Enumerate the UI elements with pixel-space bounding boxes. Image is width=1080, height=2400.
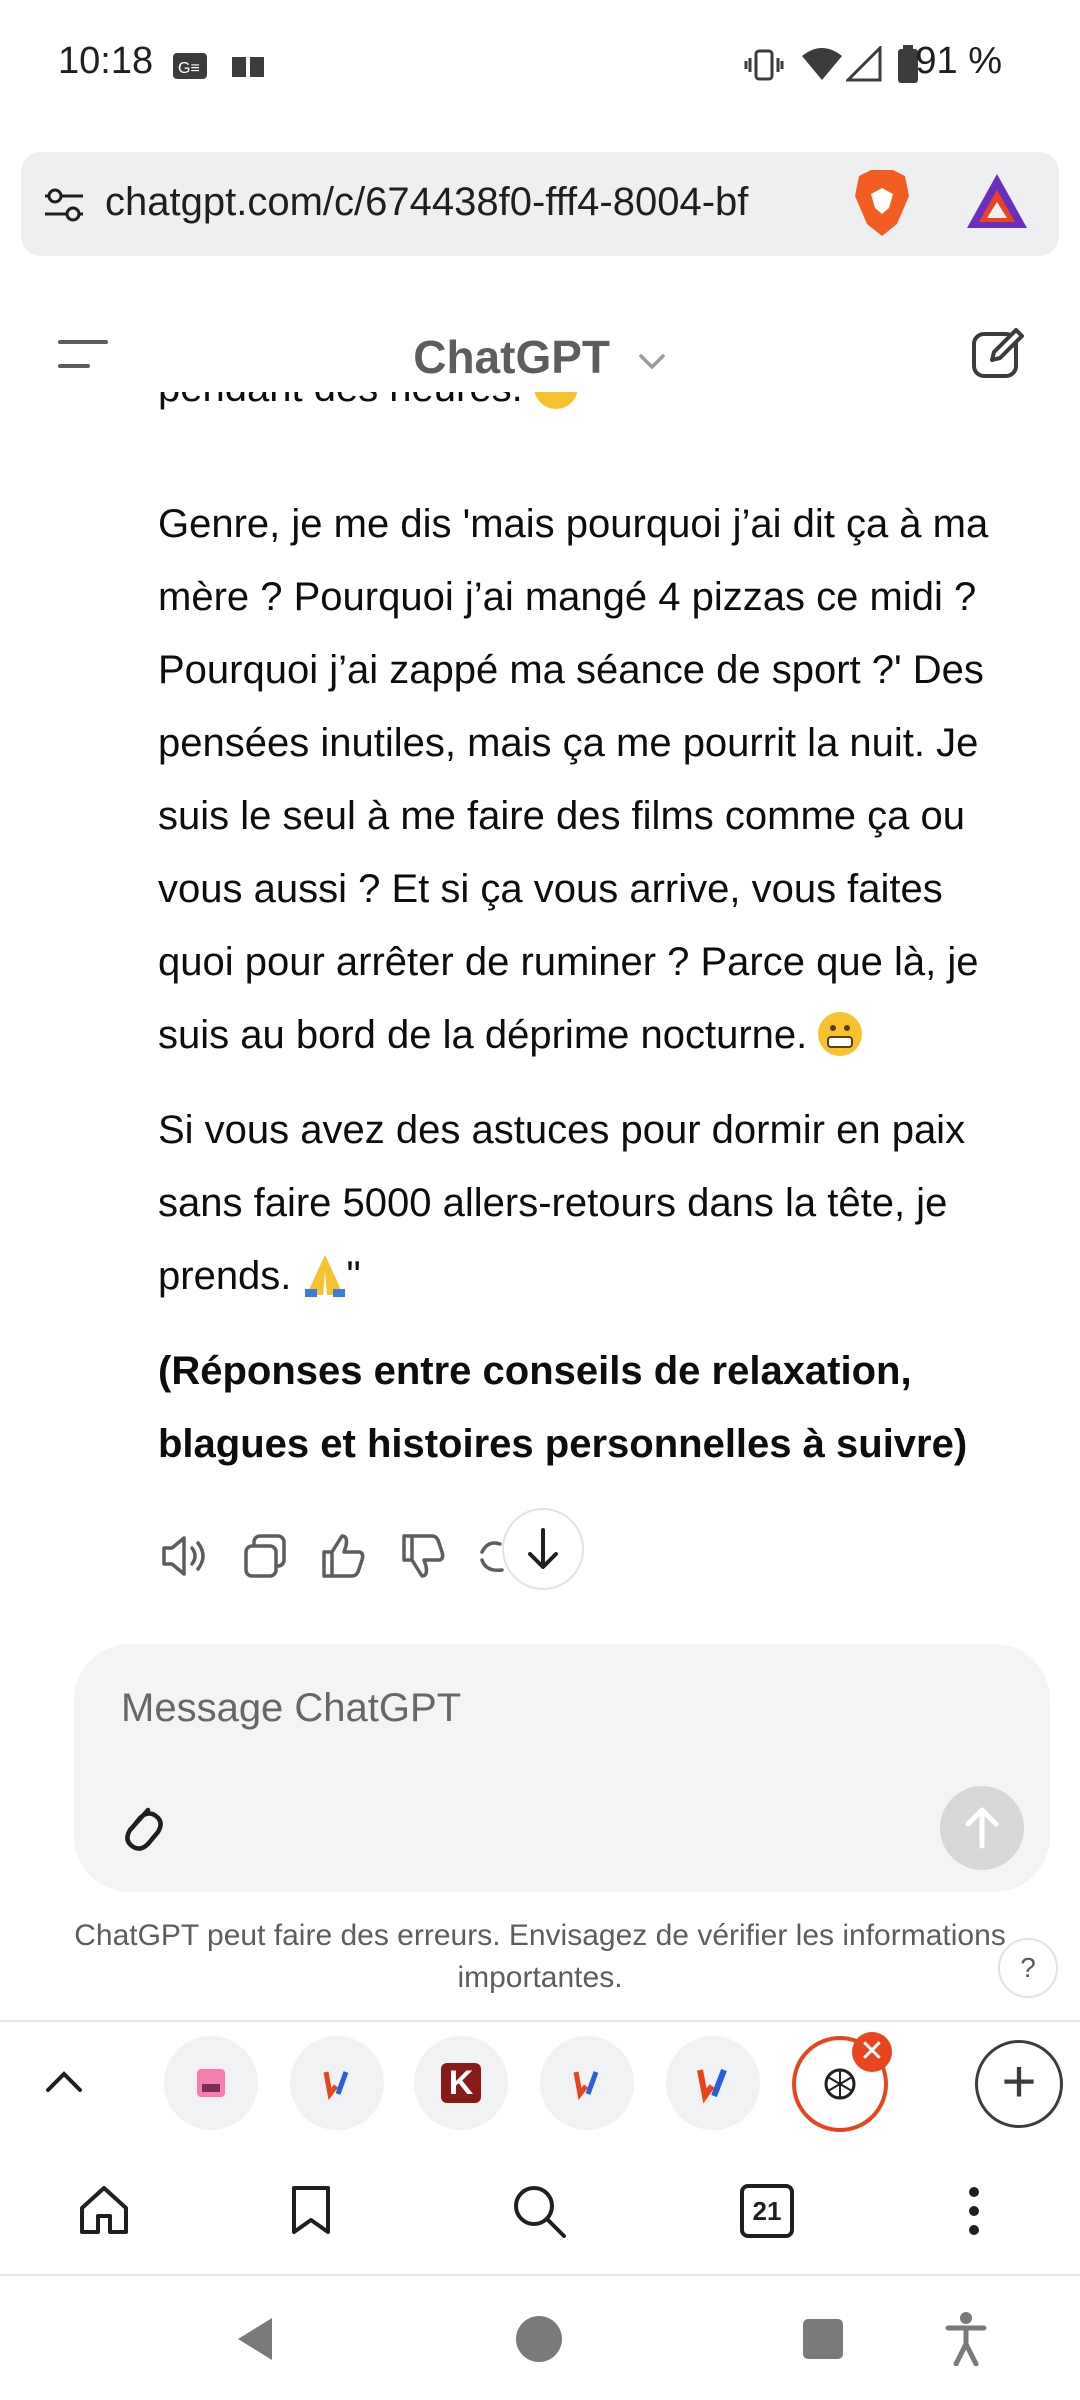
jv-icon xyxy=(323,2071,349,2101)
help-button[interactable]: ? xyxy=(998,1938,1058,1998)
thumbs-down-icon[interactable] xyxy=(396,1528,452,1584)
book-icon xyxy=(232,57,264,77)
bookmark-icon[interactable] xyxy=(290,2184,332,2236)
battery-percent: 91 % xyxy=(915,40,1002,82)
jv-icon xyxy=(573,2071,599,2101)
chevron-down-icon xyxy=(639,354,665,370)
back-icon[interactable] xyxy=(232,2314,280,2364)
new-chat-icon[interactable] xyxy=(970,326,1026,382)
message-paragraph-2: Si vous avez des astuces pour dormir en … xyxy=(158,1108,966,1298)
send-button[interactable] xyxy=(940,1786,1024,1870)
url-text[interactable]: chatgpt.com/c/674438f0-fff4-8004-bf xyxy=(105,180,845,225)
scroll-down-button[interactable] xyxy=(502,1508,584,1590)
emoji-icon xyxy=(533,392,578,409)
message-paragraph-1: Genre, je me dis 'mais pourquoi j’ai dit… xyxy=(158,502,989,1057)
status-bar: 10:18 G≡ 91 % xyxy=(0,0,1080,130)
close-tab-button[interactable]: ✕ xyxy=(852,2032,892,2072)
assistant-message: Genre, je me dis 'mais pourquoi j’ai dit… xyxy=(158,488,1028,1481)
brave-shields-icon[interactable] xyxy=(851,168,913,238)
address-bar[interactable]: chatgpt.com/c/674438f0-fff4-8004-bf xyxy=(21,152,1059,256)
brave-rewards-icon[interactable] xyxy=(965,172,1029,232)
jv-icon xyxy=(697,2068,727,2104)
signal-icon xyxy=(846,46,882,82)
read-aloud-icon[interactable] xyxy=(158,1528,214,1584)
regenerate-icon[interactable] xyxy=(474,1528,504,1584)
search-icon[interactable] xyxy=(512,2184,566,2238)
page-title: ChatGPT xyxy=(413,331,610,383)
copy-icon[interactable] xyxy=(238,1528,294,1584)
grimacing-emoji-icon xyxy=(818,1012,863,1056)
accessibility-icon[interactable] xyxy=(944,2310,988,2366)
arrow-up-icon xyxy=(965,1807,999,1849)
message-bold-note: (Réponses entre conseils de relaxation, … xyxy=(158,1349,968,1466)
chevron-up-icon[interactable] xyxy=(44,2066,84,2096)
disclaimer-text: ChatGPT peut faire des erreurs. Envisage… xyxy=(74,1919,1006,1994)
pink-app-icon xyxy=(197,2069,225,2097)
tab-3[interactable]: K xyxy=(414,2036,508,2130)
message-partial-line: pendant des heures. xyxy=(158,392,1028,432)
tab-count-button[interactable]: 21 xyxy=(740,2184,794,2238)
more-menu-icon[interactable] xyxy=(964,2184,984,2238)
clock: 10:18 xyxy=(58,40,154,82)
message-composer[interactable]: Message ChatGPT xyxy=(74,1644,1050,1892)
home-circle-icon[interactable] xyxy=(514,2314,564,2364)
arrow-down-icon xyxy=(528,1528,558,1569)
attach-icon[interactable] xyxy=(118,1796,164,1856)
tab-4[interactable] xyxy=(540,2036,634,2130)
thumbs-up-icon[interactable] xyxy=(316,1528,372,1584)
tab-2[interactable] xyxy=(290,2036,384,2130)
tab-1[interactable] xyxy=(164,2036,258,2130)
notification-icon: G≡ xyxy=(173,53,207,79)
svg-text:G≡: G≡ xyxy=(178,60,200,77)
recents-icon[interactable] xyxy=(800,2316,846,2362)
home-icon[interactable] xyxy=(78,2184,130,2236)
vibrate-icon xyxy=(744,49,784,81)
wifi-icon xyxy=(802,48,842,80)
model-selector[interactable]: ChatGPT xyxy=(0,330,1080,384)
new-tab-button[interactable]: + xyxy=(975,2040,1063,2128)
tab-5[interactable] xyxy=(666,2036,760,2130)
message-input[interactable]: Message ChatGPT xyxy=(121,1686,461,1731)
praying-hands-emoji-icon xyxy=(304,1255,345,1297)
site-settings-icon[interactable] xyxy=(43,186,85,224)
